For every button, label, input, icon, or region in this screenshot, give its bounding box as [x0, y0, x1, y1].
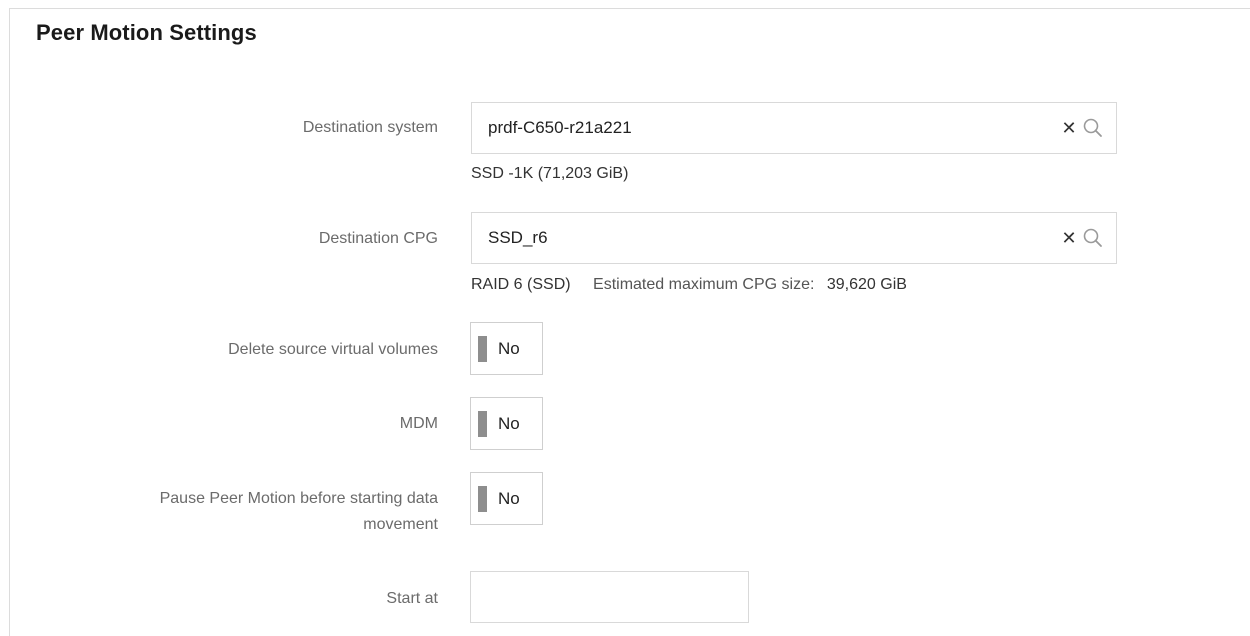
section-title: Peer Motion Settings	[36, 20, 257, 45]
estimate-value: 39,620 GiB	[826, 276, 907, 293]
pause-label-line2: movement	[363, 516, 438, 533]
destination-cpg-info: RAID 6 (SSD) Estimated maximum CPG size:…	[471, 276, 907, 294]
delete-source-label: Delete source virtual volumes	[228, 341, 438, 358]
pause-label-line1: Pause Peer Motion before starting data	[159, 490, 438, 507]
destination-system-value[interactable]: prdf-C650-r21a221	[488, 103, 632, 153]
destination-cpg-input[interactable]: SSD_r6 ✕	[471, 212, 1117, 264]
destination-system-label: Destination system	[302, 119, 438, 136]
raid-type: RAID 6 (SSD)	[471, 276, 571, 293]
delete-source-toggle[interactable]: No	[470, 322, 543, 375]
destination-system-input[interactable]: prdf-C650-r21a221 ✕	[471, 102, 1117, 154]
start-at-label: Start at	[386, 590, 438, 607]
estimate-label: Estimated maximum CPG size:	[593, 276, 815, 293]
destination-cpg-value[interactable]: SSD_r6	[488, 213, 548, 263]
toggle-indicator	[478, 336, 487, 362]
search-icon[interactable]	[1082, 117, 1104, 139]
toggle-state: No	[498, 489, 520, 508]
toggle-indicator	[478, 411, 487, 437]
pause-peer-motion-toggle[interactable]: No	[470, 472, 543, 525]
toggle-indicator	[478, 486, 487, 512]
mdm-toggle[interactable]: No	[470, 397, 543, 450]
destination-cpg-label: Destination CPG	[318, 230, 438, 247]
toggle-state: No	[498, 339, 520, 358]
mdm-label: MDM	[399, 415, 438, 432]
search-icon[interactable]	[1082, 227, 1104, 249]
start-at-input[interactable]	[470, 571, 749, 623]
close-icon[interactable]: ✕	[1060, 227, 1078, 249]
close-icon[interactable]: ✕	[1060, 117, 1078, 139]
pause-peer-motion-label: Pause Peer Motion before starting data m…	[160, 486, 438, 538]
toggle-state: No	[498, 414, 520, 433]
destination-system-info: SSD -1K (71,203 GiB)	[471, 165, 629, 182]
